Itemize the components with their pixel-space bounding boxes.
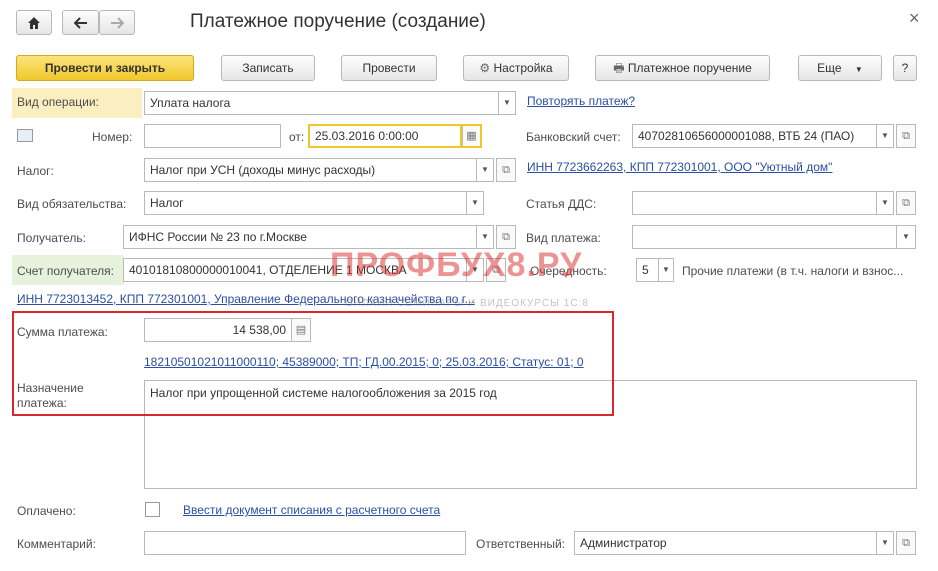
payment-kind-field[interactable] — [632, 225, 898, 249]
document-icon — [17, 129, 33, 142]
bank-account-open-icon[interactable]: ⧉ — [896, 124, 916, 148]
settings-label: Настройка — [493, 61, 553, 75]
dds-open-icon[interactable]: ⧉ — [896, 191, 916, 215]
dds-label: Статья ДДС: — [526, 197, 597, 211]
bank-account-dropdown[interactable]: ▼ — [876, 124, 894, 148]
obligation-dropdown[interactable]: ▼ — [466, 191, 484, 215]
payment-kind-label: Вид платежа: — [526, 231, 601, 245]
tax-open-icon[interactable]: ⧉ — [496, 158, 516, 182]
arrow-right-icon — [111, 17, 125, 29]
responsible-open-icon[interactable]: ⧉ — [896, 531, 916, 555]
home-button[interactable] — [16, 10, 52, 35]
priority-description: Прочие платежи (в т.ч. налоги и взнос... — [682, 264, 904, 278]
recipient-account-label: Счет получателя: — [17, 264, 114, 278]
obligation-field[interactable]: Налог — [144, 191, 468, 215]
payment-kind-dropdown[interactable]: ▼ — [896, 225, 916, 249]
recipient-label: Получатель: — [17, 231, 86, 245]
dds-dropdown[interactable]: ▼ — [876, 191, 894, 215]
priority-field[interactable]: 5 — [636, 258, 660, 282]
date-field[interactable]: 25.03.2016 0:00:00 — [308, 124, 462, 148]
arrow-left-icon — [73, 17, 87, 29]
settings-button[interactable]: ⚙ Настройка — [463, 55, 569, 81]
responsible-label: Ответственный: — [476, 537, 566, 551]
date-from-label: от: — [289, 130, 305, 144]
window-title: Платежное поручение (создание) — [190, 11, 486, 32]
tax-field[interactable]: Налог при УСН (доходы минус расходы) — [144, 158, 478, 182]
dds-field[interactable] — [632, 191, 878, 215]
close-icon[interactable]: × — [909, 8, 920, 29]
bank-account-label: Банковский счет: — [526, 130, 621, 144]
back-button[interactable] — [62, 10, 99, 35]
tax-dropdown[interactable]: ▼ — [476, 158, 494, 182]
chevron-down-icon: ▼ — [854, 65, 863, 74]
annotation-frame — [12, 311, 614, 416]
responsible-field[interactable]: Администратор — [574, 531, 878, 555]
responsible-dropdown[interactable]: ▼ — [876, 531, 894, 555]
help-button[interactable]: ? — [893, 55, 917, 81]
print-label: Платежное поручение — [627, 61, 752, 75]
op-type-field[interactable]: Уплата налога — [144, 91, 500, 115]
printer-icon: 🖶 — [613, 61, 625, 75]
organization-link[interactable]: ИНН 7723662263, КПП 772301001, ООО "Уютн… — [527, 160, 832, 174]
writeoff-link[interactable]: Ввести документ списания с расчетного сч… — [183, 503, 440, 517]
paid-label: Оплачено: — [17, 504, 76, 518]
paid-checkbox[interactable] — [145, 502, 160, 517]
watermark-logo: ПРОФБУХ8.РУ — [330, 246, 583, 284]
repeat-payment-link[interactable]: Повторять платеж? — [527, 94, 635, 108]
op-type-label: Вид операции: — [17, 95, 99, 109]
number-field[interactable] — [144, 124, 281, 148]
comment-field[interactable] — [144, 531, 466, 555]
gear-icon: ⚙ — [479, 61, 491, 75]
bank-account-field[interactable]: 40702810656000001088, ВТБ 24 (ПАО) — [632, 124, 878, 148]
tax-label: Налог: — [17, 164, 54, 178]
priority-dropdown[interactable]: ▼ — [658, 258, 674, 282]
number-label: Номер: — [92, 130, 133, 144]
watermark-subtitle: ОНЛАЙН СЕМИНАРЫ И ВИДЕОКУРСЫ 1С:8 — [345, 298, 589, 309]
post-button[interactable]: Провести — [341, 55, 437, 81]
calendar-icon[interactable]: ▦ — [462, 124, 482, 148]
save-button[interactable]: Записать — [221, 55, 315, 81]
home-icon — [28, 17, 40, 29]
post-and-close-button[interactable]: Провести и закрыть — [16, 55, 194, 81]
comment-label: Комментарий: — [17, 537, 96, 551]
op-type-dropdown[interactable]: ▼ — [498, 91, 516, 115]
more-label: Еще — [817, 61, 842, 75]
more-button[interactable]: Еще ▼ — [798, 55, 882, 81]
obligation-label: Вид обязательства: — [17, 197, 127, 211]
print-button[interactable]: 🖶 Платежное поручение — [595, 55, 770, 81]
forward-button[interactable] — [99, 10, 135, 35]
